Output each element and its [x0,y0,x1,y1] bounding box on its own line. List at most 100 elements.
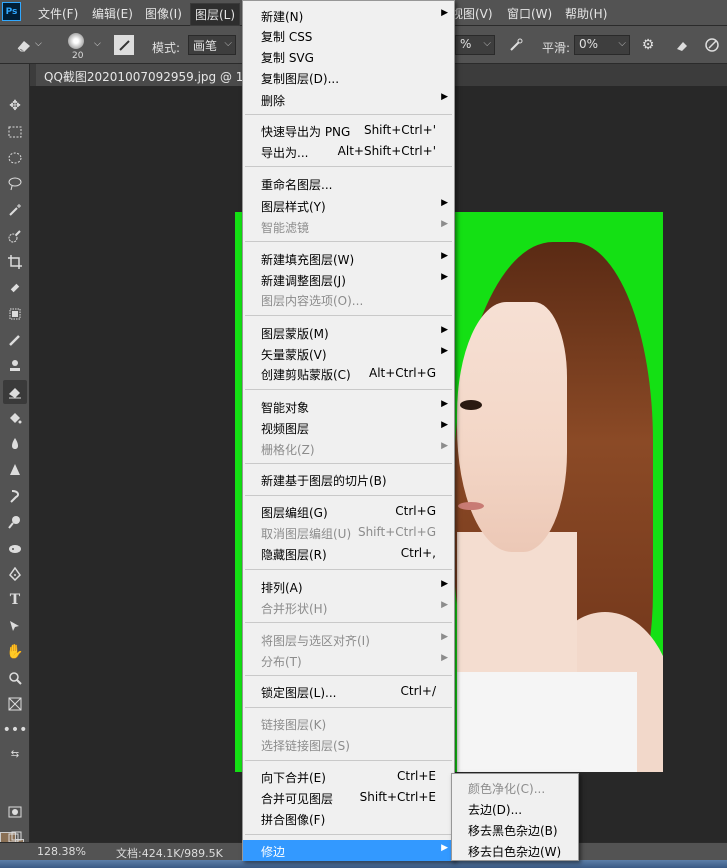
menu-item-ungroup-layers[interactable]: 取消图层编组(U) Shift+Ctrl+G [243,522,454,543]
menu-item-new[interactable]: 新建(N) ▶ [243,5,454,26]
magic-wand-tool-icon[interactable] [3,198,27,222]
menu-item-flatten-image[interactable]: 拼合图像(F) [243,808,454,829]
menu-item-new-adjustment-layer[interactable]: 新建调整图层(J) ▶ [243,269,454,290]
menu-item-video-layers[interactable]: 视频图层 ▶ [243,417,454,438]
zoom-level[interactable]: 128.38% [37,845,86,858]
ellipse-marquee-tool-icon[interactable] [3,146,27,170]
menu-item-label: 合并形状(H) [261,602,328,616]
image-dress [457,672,637,772]
paint-bucket-tool-icon[interactable] [3,406,27,430]
eyedropper-tool-icon[interactable] [3,276,27,300]
menu-item-duplicate-layer[interactable]: 复制图层(D)... [243,67,454,88]
clone-stamp-tool-icon[interactable] [3,354,27,378]
menu-item-quick-export-png[interactable]: 快速导出为 PNG Shift+Ctrl+' [243,120,454,141]
submenu-item-remove-white-matte[interactable]: 移去白色杂边(W) [452,840,578,861]
menu-item-distribute[interactable]: 分布(T) ▶ [243,650,454,671]
menu-item-label: 锁定图层(L)... [261,686,337,700]
hand-tool-icon[interactable]: ✋ [3,640,27,664]
document-tab[interactable]: QQ截图20201007092959.jpg @ 128 [36,64,256,86]
menu-item-new-layer-based-slice[interactable]: 新建基于图层的切片(B) [243,469,454,490]
os-taskbar [0,860,727,868]
menu-edit[interactable]: 编辑(E) [92,5,133,22]
pen-tool-icon[interactable] [3,562,27,586]
menu-item-group-layers[interactable]: 图层编组(G) Ctrl+G [243,501,454,522]
menu-window[interactable]: 窗口(W) [507,5,552,22]
more-tools-icon[interactable]: ••• [3,718,28,742]
menu-item-rasterize[interactable]: 栅格化(Z) ▶ [243,438,454,459]
photoshop-logo-icon[interactable]: Ps [2,2,21,21]
submenu-item-remove-black-matte[interactable]: 移去黑色杂边(B) [452,819,578,840]
menu-file[interactable]: 文件(F) [38,5,78,22]
menu-item-merge-visible[interactable]: 合并可见图层 Shift+Ctrl+E [243,787,454,808]
frame-tool-icon[interactable] [3,692,27,716]
type-tool-icon[interactable]: T [3,588,27,612]
menu-item-merge-down[interactable]: 向下合并(E) Ctrl+E [243,766,454,787]
menu-item-lock-layers[interactable]: 锁定图层(L)... Ctrl+/ [243,681,454,702]
smudge-tool-icon[interactable] [3,484,27,508]
menu-item-arrange[interactable]: 排列(A) ▶ [243,576,454,597]
brush-preview-icon[interactable] [68,33,84,49]
menu-help[interactable]: 帮助(H) [565,5,607,22]
menu-item-label: 导出为... [261,146,309,160]
menu-item-label: 矢量蒙版(V) [261,348,327,362]
submenu-arrow-icon: ▶ [441,346,448,356]
eraser-tool-preset-icon[interactable] [14,35,34,55]
menu-item-layer-mask[interactable]: 图层蒙版(M) ▶ [243,322,454,343]
erase-to-history-icon[interactable] [672,35,692,55]
submenu-item-color-decontaminate[interactable]: 颜色净化(C)... [452,777,578,798]
eraser-tool-icon[interactable] [3,380,27,404]
path-selection-tool-icon[interactable] [3,614,27,638]
quick-mask-icon[interactable] [3,800,27,824]
brush-picker-chevron-icon[interactable]: ⌵ [94,39,101,49]
menu-item-smart-filter[interactable]: 智能滤镜 ▶ [243,216,454,237]
swap-colors-icon[interactable]: ⇆ [3,742,27,766]
smooth-select[interactable]: 0% ⌵ [574,35,630,55]
submenu-item-defringe[interactable]: 去边(D)... [452,798,578,819]
menu-item-label: 将图层与选区对齐(I) [261,634,370,648]
crop-tool-icon[interactable] [3,250,27,274]
menu-item-combine-shapes[interactable]: 合并形状(H) ▶ [243,597,454,618]
lasso-tool-icon[interactable] [3,172,27,196]
menu-item-link-layers[interactable]: 链接图层(K) [243,713,454,734]
menu-item-label: 图层蒙版(M) [261,327,329,341]
menu-item-layer-style[interactable]: 图层样式(Y) ▶ [243,195,454,216]
menu-item-label: 快速导出为 PNG [261,125,351,139]
marquee-tool-icon[interactable] [3,120,27,144]
smooth-value: 0% [579,37,599,51]
menu-image[interactable]: 图像(I) [145,5,182,22]
brush-settings-icon[interactable] [114,35,134,55]
menu-item-new-fill-layer[interactable]: 新建填充图层(W) ▶ [243,248,454,269]
menu-item-align-to-selection[interactable]: 将图层与选区对齐(I) ▶ [243,629,454,650]
mode-select[interactable]: 画笔 ⌵ [188,35,236,55]
menu-item-label: 视频图层 [261,422,310,436]
blur-tool-icon[interactable] [3,432,27,456]
menu-item-select-linked-layers[interactable]: 选择链接图层(S) [243,734,454,755]
move-tool-icon[interactable]: ✥ [3,94,27,118]
menu-view[interactable]: 视图(V) [451,5,493,22]
menu-item-copy-css[interactable]: 复制 CSS [243,25,454,46]
menu-item-hide-layers[interactable]: 隐藏图层(R) Ctrl+, [243,543,454,564]
menu-layer[interactable]: 图层(L) [190,3,241,26]
healing-brush-tool-icon[interactable] [3,302,27,326]
dodge-tool-icon[interactable] [3,510,27,534]
sharpen-tool-icon[interactable] [3,458,27,482]
menu-item-create-clipping-mask[interactable]: 创建剪贴蒙版(C) Alt+Ctrl+G [243,363,454,384]
quick-selection-tool-icon[interactable] [3,224,27,248]
menu-item-export-as[interactable]: 导出为... Alt+Shift+Ctrl+' [243,141,454,162]
gear-icon[interactable]: ⚙ [638,35,658,55]
chevron-down-icon[interactable]: ⌵ [35,39,42,49]
pressure-size-icon[interactable] [702,35,722,55]
menu-item-smart-objects[interactable]: 智能对象 ▶ [243,396,454,417]
menu-item-vector-mask[interactable]: 矢量蒙版(V) ▶ [243,343,454,364]
menu-item-copy-svg[interactable]: 复制 SVG [243,46,454,67]
brush-tool-icon[interactable] [3,328,27,352]
airbrush-icon[interactable] [506,35,526,55]
opacity-select[interactable]: % ⌵ [455,35,495,55]
menu-item-layer-content-options[interactable]: 图层内容选项(O)... [243,289,454,310]
menu-item-delete[interactable]: 删除 ▶ [243,89,454,110]
menu-item-rename-layer[interactable]: 重命名图层... [243,173,454,194]
document-info[interactable]: 文档:424.1K/989.5K [116,845,223,861]
menu-item-matting[interactable]: 修边 ▶ [243,840,454,861]
zoom-tool-icon[interactable] [3,666,27,690]
sponge-tool-icon[interactable] [3,536,27,560]
